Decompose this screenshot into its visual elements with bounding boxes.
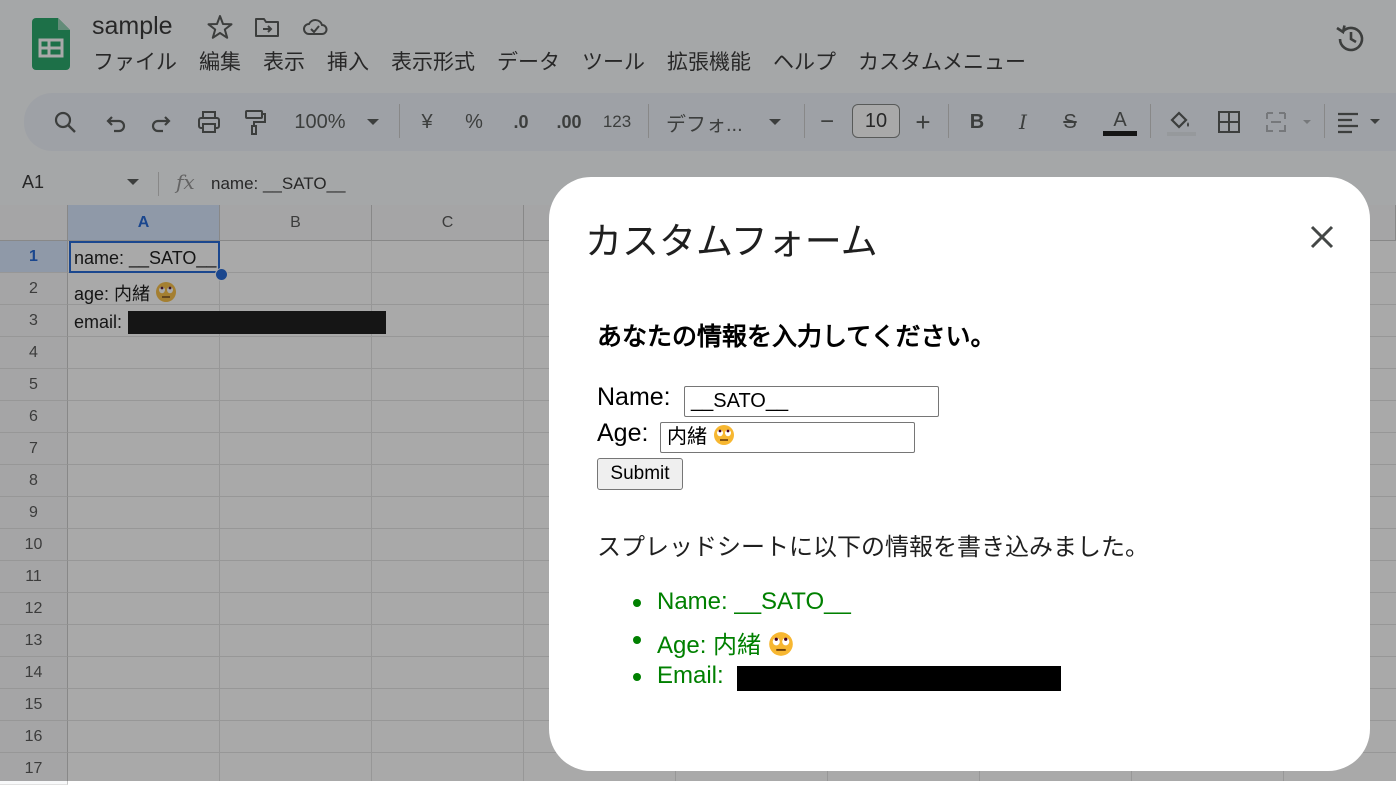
redacted-email-block	[737, 666, 1061, 691]
name-label: Name:	[597, 383, 671, 411]
submit-button[interactable]: Submit	[597, 458, 683, 490]
form-heading: あなたの情報を入力してください。	[597, 323, 996, 351]
result-age: Age: 内緒	[657, 632, 762, 659]
age-label: Age:	[597, 419, 649, 447]
result-name: Name: __SATO__	[657, 588, 851, 615]
age-input[interactable]: 内緒	[660, 422, 915, 453]
age-input-value: 内緒	[667, 426, 707, 448]
eye-roll-emoji-icon	[713, 425, 734, 445]
close-icon[interactable]	[1307, 222, 1337, 252]
dialog-title: カスタムフォーム	[585, 221, 878, 262]
bullet-icon	[633, 673, 641, 681]
result-age-row: Age: 内緒	[657, 625, 794, 660]
bullet-icon	[633, 636, 641, 644]
result-email: Email:	[657, 662, 724, 689]
name-input[interactable]: __SATO__	[684, 386, 939, 417]
custom-form-dialog: カスタムフォーム あなたの情報を入力してください。 Name: __SATO__…	[549, 177, 1370, 771]
result-message: スプレッドシートに以下の情報を書き込みました。	[597, 534, 1149, 561]
eye-roll-emoji-icon	[768, 632, 793, 656]
bullet-icon	[633, 599, 641, 607]
